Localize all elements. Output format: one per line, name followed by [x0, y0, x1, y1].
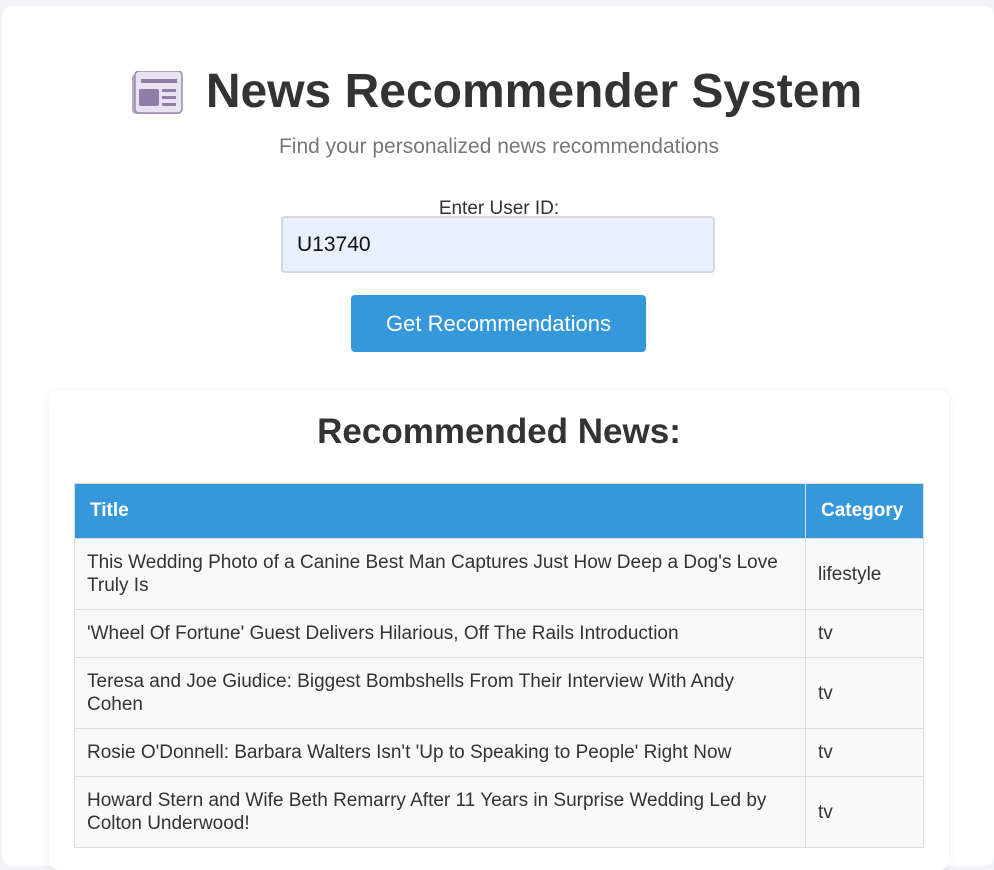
news-title-cell: This Wedding Photo of a Canine Best Man …	[74, 538, 806, 610]
news-category-cell: tv	[805, 609, 924, 658]
page-header: News Recommender System	[0, 62, 992, 122]
newspaper-icon	[131, 71, 183, 114]
table-row: This Wedding Photo of a Canine Best Man …	[74, 538, 924, 610]
page-subtitle: Find your personalized news recommendati…	[278, 135, 720, 158]
news-category-cell: tv	[805, 657, 924, 729]
column-header-title: Title	[74, 483, 806, 539]
page-title: News Recommender System	[205, 65, 863, 118]
table-row: 'Wheel Of Fortune' Guest Delivers Hilari…	[74, 609, 924, 658]
table-row: Teresa and Joe Giudice: Biggest Bombshel…	[74, 657, 924, 729]
news-title-cell: Howard Stern and Wife Beth Remarry After…	[74, 776, 806, 848]
get-recommendations-button[interactable]: Get Recommendations	[351, 295, 646, 352]
results-heading: Recommended News:	[317, 412, 681, 451]
table-row: Howard Stern and Wife Beth Remarry After…	[74, 776, 924, 848]
news-title-cell: Rosie O'Donnell: Barbara Walters Isn't '…	[74, 728, 806, 777]
news-category-cell: tv	[805, 728, 924, 777]
user-id-input[interactable]	[281, 216, 715, 273]
column-header-category: Category	[805, 483, 924, 539]
news-title-cell: Teresa and Joe Giudice: Biggest Bombshel…	[74, 657, 806, 729]
news-title-cell: 'Wheel Of Fortune' Guest Delivers Hilari…	[74, 609, 806, 658]
news-category-cell: lifestyle	[805, 538, 924, 610]
results-panel: Recommended News: Title Category This We…	[49, 390, 949, 870]
recommendations-table: Title Category This Wedding Photo of a C…	[74, 483, 924, 848]
news-category-cell: tv	[805, 776, 924, 848]
table-header-row: Title Category	[74, 483, 924, 539]
table-row: Rosie O'Donnell: Barbara Walters Isn't '…	[74, 728, 924, 777]
